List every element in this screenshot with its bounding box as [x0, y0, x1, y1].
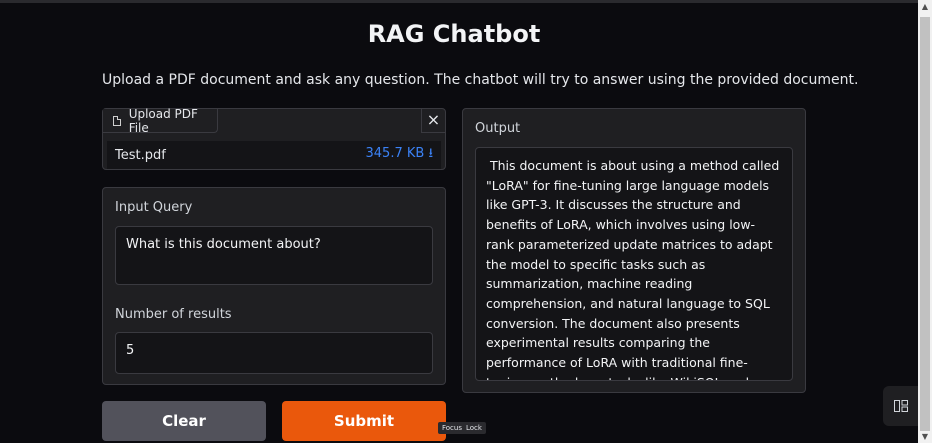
- scroll-up-icon[interactable]: ▲: [918, 0, 932, 14]
- download-icon[interactable]: ⭳: [428, 146, 433, 161]
- input-query-field[interactable]: What is this document about?: [115, 226, 433, 285]
- output-label: Output: [475, 121, 521, 136]
- tooltip-lock: Lock: [466, 424, 482, 432]
- sidebar-toggle-icon[interactable]: [883, 386, 919, 426]
- file-icon: [113, 115, 121, 126]
- uploaded-file-row[interactable]: Test.pdf 345.7 KB ⭳: [107, 141, 441, 169]
- file-name: Test.pdf: [115, 147, 166, 163]
- output-panel: Output This document is about using a me…: [462, 108, 806, 393]
- scrollbar-thumb[interactable]: [920, 17, 930, 431]
- file-size-download[interactable]: 345.7 KB ⭳: [366, 144, 434, 166]
- focus-lock-tooltip: Focus Lock: [438, 422, 486, 434]
- upload-tab-label: Upload PDF File: [128, 106, 198, 135]
- query-panel: Input Query What is this document about?…: [102, 187, 446, 385]
- number-of-results-field[interactable]: 5: [115, 332, 433, 374]
- page-title: RAG Chatbot: [367, 20, 541, 48]
- close-icon[interactable]: ×: [421, 109, 445, 133]
- pdf-upload-panel[interactable]: Upload PDF File × Test.pdf 345.7 KB ⭳: [102, 106, 446, 170]
- input-query-label: Input Query: [115, 200, 193, 215]
- top-border: [0, 0, 918, 3]
- clear-button[interactable]: Clear: [102, 401, 266, 441]
- upload-pdf-tab[interactable]: Upload PDF File: [103, 106, 218, 135]
- scroll-down-icon[interactable]: ▼: [918, 431, 932, 443]
- submit-button[interactable]: Submit: [282, 401, 446, 441]
- number-of-results-label: Number of results: [115, 307, 232, 322]
- file-size: 345.7 KB: [365, 146, 425, 161]
- output-text: This document is about using a method ca…: [475, 147, 793, 381]
- page-description: Upload a PDF document and ask any questi…: [102, 72, 859, 88]
- vertical-scrollbar[interactable]: ▲ ▼: [918, 0, 932, 443]
- tooltip-focus: Focus: [442, 424, 462, 432]
